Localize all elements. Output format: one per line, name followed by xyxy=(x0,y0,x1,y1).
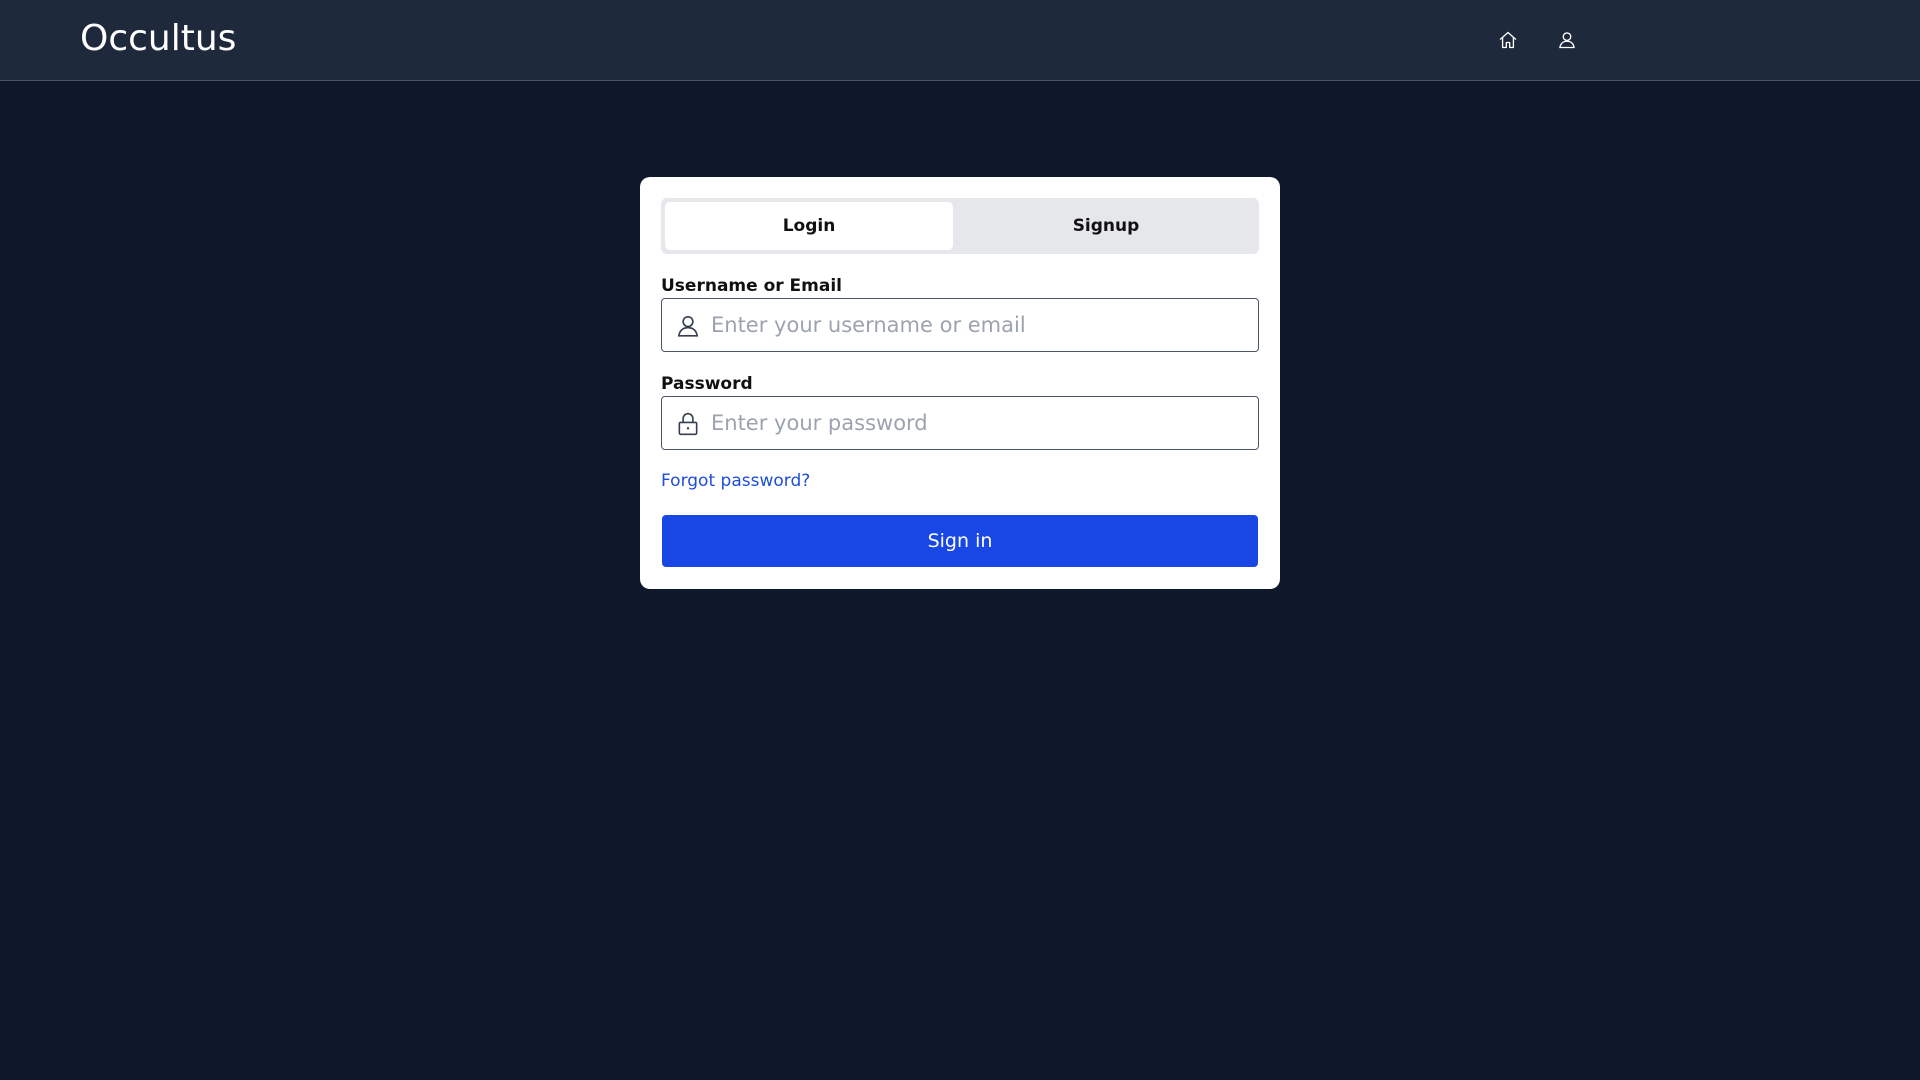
user-icon xyxy=(677,315,699,337)
username-label: Username or Email xyxy=(661,276,843,296)
username-field-wrapper xyxy=(661,298,1259,352)
username-input[interactable] xyxy=(711,299,1251,351)
user-icon[interactable] xyxy=(1552,25,1582,55)
forgot-password-link[interactable]: Forgot password? xyxy=(661,471,810,491)
brand-logo[interactable]: Occultus xyxy=(80,17,236,61)
password-label: Password xyxy=(661,374,753,394)
auth-tabs: Login Signup xyxy=(661,198,1259,254)
home-icon[interactable] xyxy=(1493,25,1523,55)
password-input[interactable] xyxy=(711,397,1251,449)
auth-card: Login Signup Username or Email Password … xyxy=(640,177,1280,589)
lock-icon xyxy=(678,412,698,436)
sign-in-button[interactable]: Sign in xyxy=(662,515,1258,567)
tab-login[interactable]: Login xyxy=(665,202,953,250)
top-navbar: Occultus xyxy=(0,0,1920,81)
tab-signup[interactable]: Signup xyxy=(957,202,1255,250)
password-field-wrapper xyxy=(661,396,1259,450)
